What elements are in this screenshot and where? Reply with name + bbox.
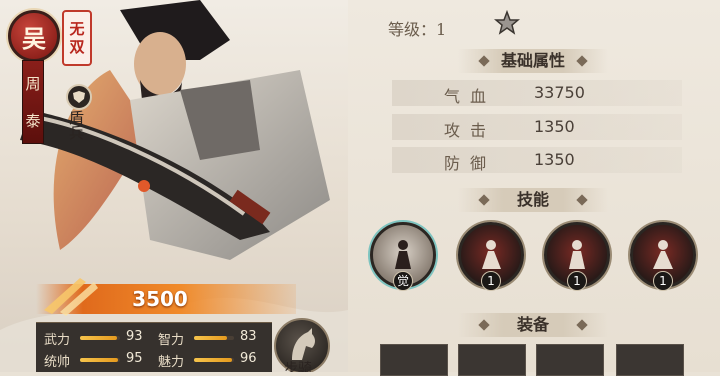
skill-fire-icon	[482, 240, 501, 269]
stat-strength: 武力 93	[36, 327, 150, 348]
shield-icon	[66, 84, 92, 110]
stat-bar	[194, 336, 234, 340]
hero-detail-panel: 等级：1 基础属性 气血 33750 攻击 1350 防御 1350 技能 觉 …	[348, 0, 720, 376]
attribute-row-defense: 防御 1350	[392, 147, 682, 173]
attribute-label: 防御	[444, 154, 497, 173]
skill-level-badge: 1	[481, 271, 501, 291]
hero-title-char: 双	[69, 38, 85, 56]
skill-level-badge: 1	[567, 271, 587, 291]
attribute-value: 33750	[534, 83, 585, 102]
attribute-row-hp: 气血 33750	[392, 80, 682, 106]
equipment-slot[interactable]	[380, 344, 448, 376]
hero-name-char: 泰	[25, 111, 41, 130]
stat-value: 93	[126, 329, 143, 344]
attribute-label: 攻击	[444, 121, 497, 140]
stat-bar	[194, 358, 234, 362]
skill-slot-awaken[interactable]: 觉	[370, 222, 436, 291]
skill-slot-2[interactable]: 1	[458, 222, 524, 291]
stat-intelligence: 智力 83	[150, 327, 264, 348]
stat-label: 魅力	[158, 355, 185, 370]
skills-header: 技能	[458, 188, 608, 212]
basic-attributes-header: 基础属性	[458, 49, 608, 73]
attribute-row-attack: 攻击 1350	[392, 114, 682, 140]
skill-awaken-icon	[395, 240, 411, 269]
stat-value: 96	[240, 351, 257, 366]
hero-title-char: 无	[69, 20, 85, 38]
stat-label: 智力	[158, 333, 185, 348]
stat-bar	[80, 358, 120, 362]
skill-blade-icon	[653, 240, 673, 269]
hero-stats-panel: 武力 93 智力 83 统帅 95 魅力 96	[36, 322, 272, 372]
equipment-slot[interactable]	[616, 344, 684, 376]
stat-command: 统帅 95	[36, 349, 150, 370]
level-label: 等级：1	[388, 20, 447, 39]
hero-name-banner: 周 泰	[22, 60, 44, 144]
attribute-value: 1350	[534, 117, 575, 136]
equipment-slot[interactable]	[536, 344, 604, 376]
cavalry-label: 步骑	[284, 361, 312, 372]
faction-label: 吴	[22, 23, 46, 53]
combat-power-value: 3500	[132, 287, 188, 311]
skill-level-badge: 1	[653, 271, 673, 291]
equipment-header: 装备	[458, 313, 608, 337]
star-icon	[494, 10, 520, 35]
stat-value: 95	[126, 351, 143, 366]
hero-title-stamp: 无 双	[62, 10, 92, 66]
troop-type-label: 盾兵	[67, 110, 85, 140]
attribute-label: 气血	[444, 87, 497, 106]
skill-slot-3[interactable]: 1	[544, 222, 610, 291]
hero-name-char: 周	[25, 74, 41, 93]
hero-artwork	[0, 0, 348, 372]
stat-charisma: 魅力 96	[150, 349, 264, 370]
equipment-slot[interactable]	[458, 344, 526, 376]
stat-label: 武力	[44, 333, 71, 348]
stat-value: 83	[240, 329, 257, 344]
faction-badge: 吴	[8, 10, 60, 62]
hero-portrait-panel: 吴 周 泰 无 双 盾兵 3500 武力 93 智力 83 统帅 95 魅力 9…	[0, 0, 348, 372]
skill-warrior-icon	[569, 240, 585, 269]
stat-label: 统帅	[44, 355, 71, 370]
stat-bar	[80, 336, 120, 340]
skill-slot-4[interactable]: 1	[630, 222, 696, 291]
attribute-value: 1350	[534, 150, 575, 169]
skill-level-badge: 觉	[393, 271, 413, 291]
